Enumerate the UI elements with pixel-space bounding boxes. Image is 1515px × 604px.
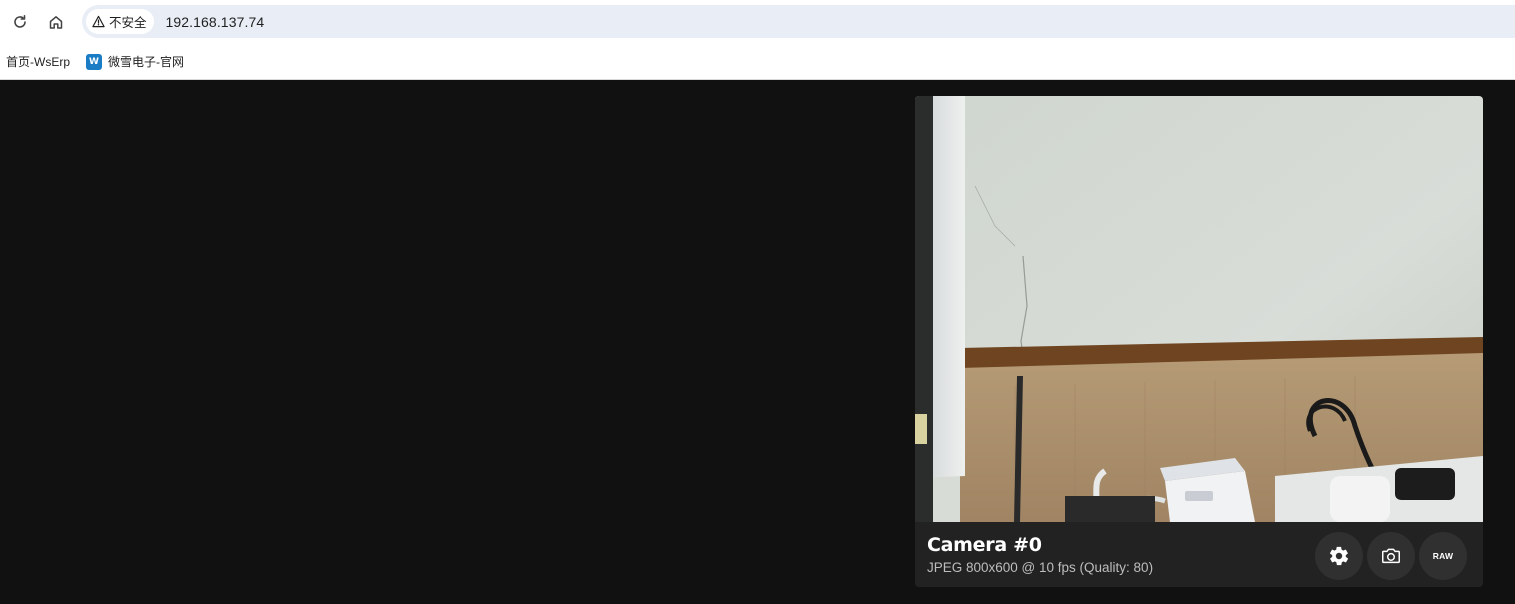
snapshot-button[interactable] [1367, 532, 1415, 580]
browser-toolbar: 不安全 192.168.137.74 [0, 0, 1515, 44]
page-content: Camera #0 JPEG 800x600 @ 10 fps (Quality… [0, 80, 1515, 604]
settings-button[interactable] [1315, 532, 1363, 580]
raw-label: RAW [1432, 551, 1454, 561]
warning-triangle-icon [92, 15, 105, 28]
gear-icon [1329, 546, 1349, 566]
security-label: 不安全 [109, 16, 147, 30]
camera-icon [1382, 548, 1400, 564]
camera-card: Camera #0 JPEG 800x600 @ 10 fps (Quality… [915, 96, 1483, 587]
bookmarks-bar: 首页-WsErp W 微雪电子-官网 [0, 44, 1515, 80]
reload-icon [14, 15, 26, 28]
reload-button[interactable] [6, 8, 34, 36]
camera-stream-image[interactable] [915, 96, 1483, 522]
bookmark-wserp[interactable]: 首页-WsErp [0, 50, 76, 74]
camera-info-bar: Camera #0 JPEG 800x600 @ 10 fps (Quality… [915, 522, 1483, 587]
bookmark-label: 首页-WsErp [6, 55, 70, 69]
waveshare-favicon-icon: W [86, 53, 102, 70]
home-icon [49, 16, 63, 29]
address-bar[interactable]: 不安全 192.168.137.74 [82, 5, 1515, 38]
raw-stream-button[interactable]: RAW [1419, 532, 1467, 580]
url-text[interactable]: 192.168.137.74 [166, 14, 265, 30]
bookmark-label: 微雪电子-官网 [108, 55, 184, 69]
security-indicator[interactable]: 不安全 [86, 9, 154, 34]
bookmark-waveshare[interactable]: W 微雪电子-官网 [80, 50, 190, 74]
home-button[interactable] [42, 8, 70, 36]
